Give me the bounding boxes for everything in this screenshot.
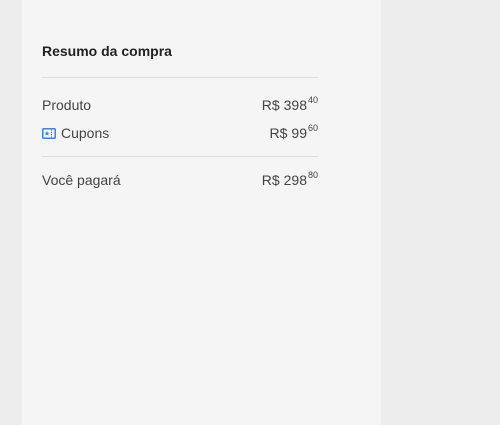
price-cents: 60 xyxy=(307,123,318,133)
price-currency: R$ xyxy=(269,125,288,141)
coupons-label: Cupons xyxy=(61,125,110,141)
summary-title: Resumo da compra xyxy=(42,43,172,59)
summary-row-total: Você pagará R$ 298 80 xyxy=(42,171,318,189)
product-label: Produto xyxy=(42,97,92,113)
divider xyxy=(42,77,318,78)
purchase-summary-panel xyxy=(22,0,381,425)
price-integer: 398 xyxy=(283,97,307,113)
price-cents: 40 xyxy=(307,95,318,105)
coupons-price: R$ 99 60 xyxy=(270,124,319,142)
price-integer: 99 xyxy=(291,125,307,141)
price-currency: R$ xyxy=(261,97,280,113)
price-cents: 80 xyxy=(307,170,318,180)
price-integer: 298 xyxy=(283,172,307,188)
divider xyxy=(42,156,318,157)
coupons-label-group: Cupons xyxy=(42,124,109,142)
total-label: Você pagará xyxy=(42,172,121,188)
price-currency: R$ xyxy=(261,172,280,188)
total-price: R$ 298 80 xyxy=(262,171,318,189)
summary-row-coupons: Cupons R$ 99 60 xyxy=(42,124,318,142)
coupon-ticket-icon xyxy=(42,127,56,139)
summary-row-product: Produto R$ 398 40 xyxy=(42,96,318,114)
product-price: R$ 398 40 xyxy=(262,96,318,114)
